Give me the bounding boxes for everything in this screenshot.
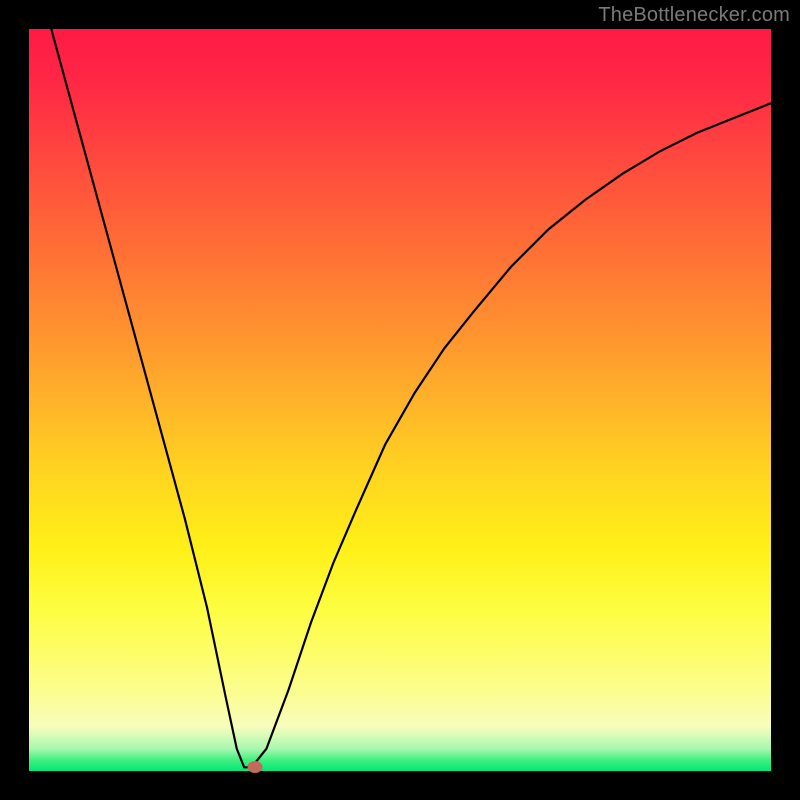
attribution-text: TheBottlenecker.com [598,4,790,27]
plot-area [29,29,771,771]
curve-svg [29,29,771,771]
chart-container: TheBottlenecker.com [0,0,800,800]
bottleneck-curve [51,29,771,767]
optimal-point-marker [248,761,263,773]
